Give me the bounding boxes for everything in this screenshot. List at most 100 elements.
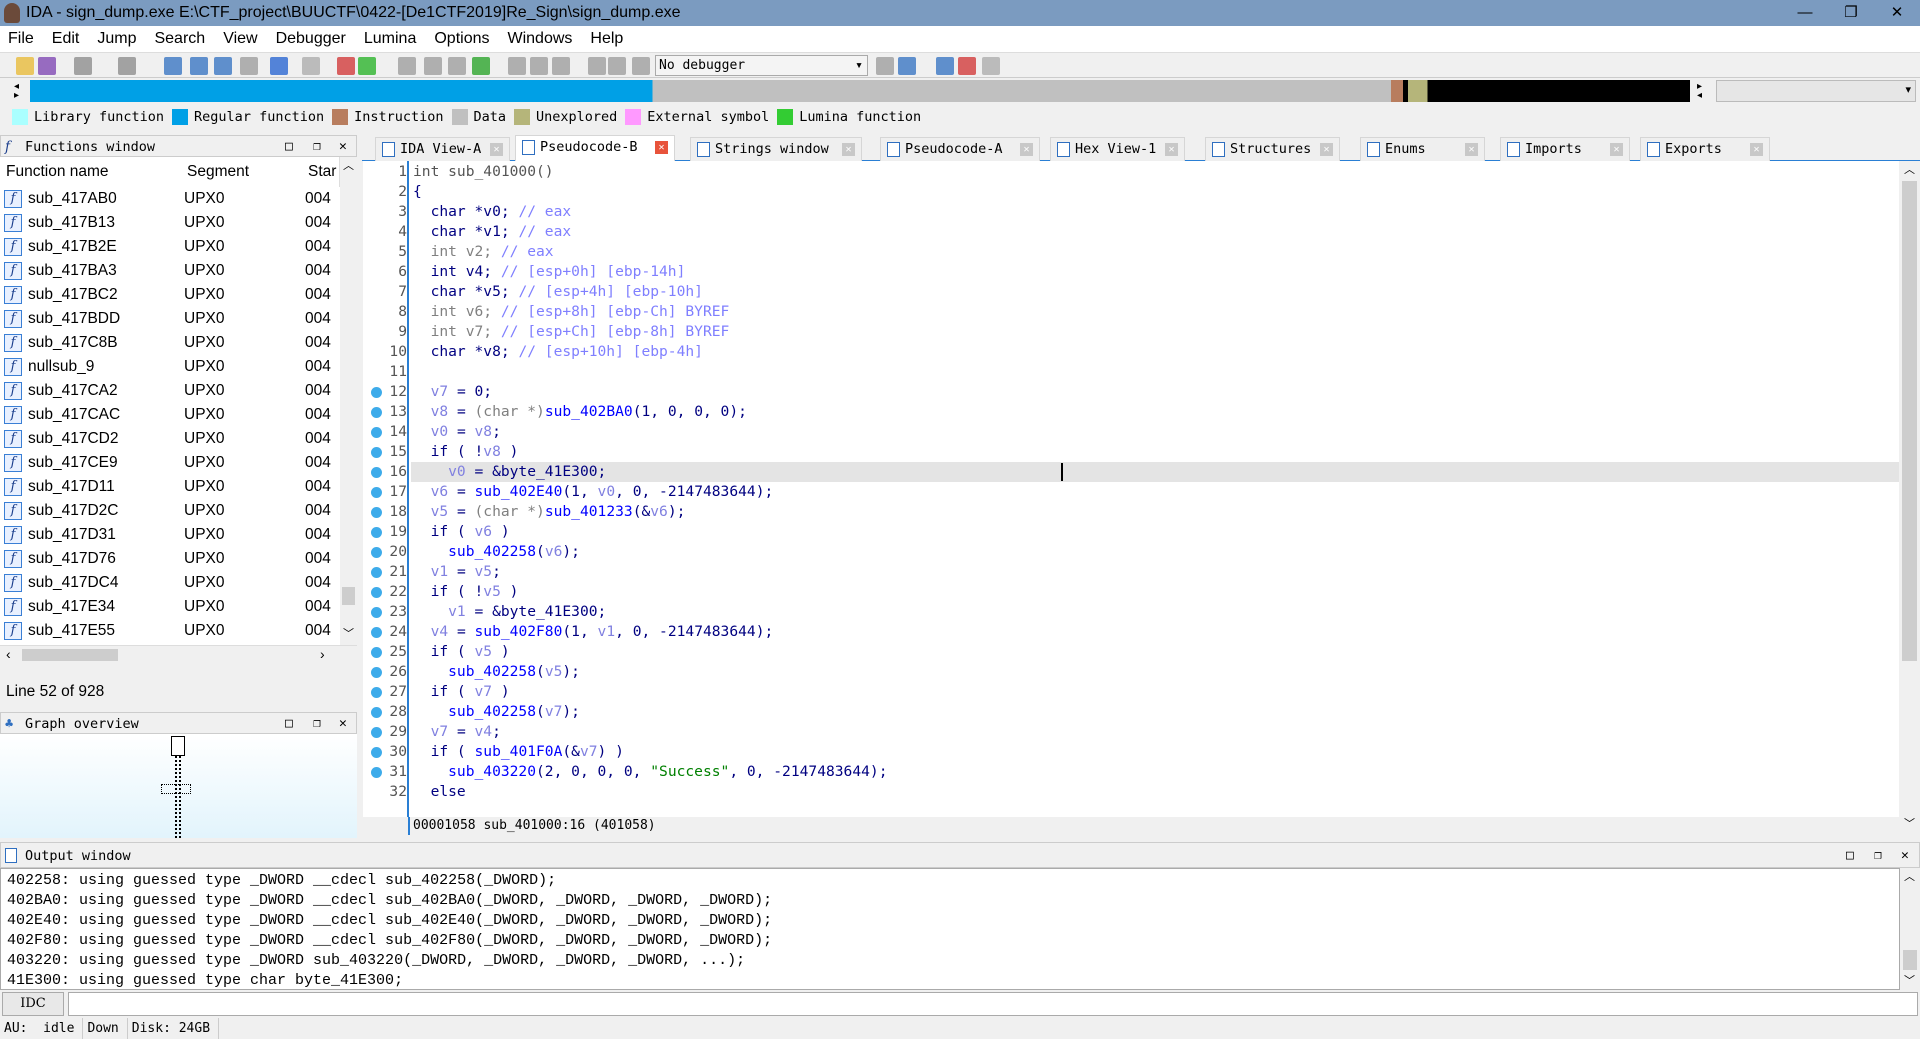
pseudocode-vertical-scrollbar[interactable]: ︿ ﹀ <box>1899 161 1920 835</box>
code-line[interactable]: 21 v1 = v5; <box>363 562 1900 582</box>
code-line[interactable]: 28 sub_402258(v7); <box>363 702 1900 722</box>
tab-close-icon[interactable]: ✕ <box>1320 143 1333 156</box>
code-line[interactable]: 19 if ( v6 ) <box>363 522 1900 542</box>
function-row[interactable]: f sub_417AB0 UPX0 004 <box>0 187 340 211</box>
function-row[interactable]: f sub_417CAC UPX0 004 <box>0 403 340 427</box>
tab-structures[interactable]: Structures ✕ <box>1205 137 1340 161</box>
close-icon[interactable]: ✕ <box>339 713 347 735</box>
back-icon[interactable] <box>74 57 92 75</box>
run-analysis-icon[interactable] <box>358 57 376 75</box>
tab-enums[interactable]: Enums ✕ <box>1360 137 1485 161</box>
function-row[interactable]: f sub_417BA3 UPX0 004 <box>0 259 340 283</box>
close-button[interactable]: ✕ <box>1874 0 1920 26</box>
scroll-up-icon[interactable]: ︿ <box>1904 161 1915 177</box>
tab-exports[interactable]: Exports ✕ <box>1640 137 1770 161</box>
debugger-select[interactable]: No debugger <box>655 55 868 76</box>
function-row[interactable]: f sub_417C8B UPX0 004 <box>0 331 340 355</box>
graph-viewport[interactable] <box>161 784 191 794</box>
add-breakpoint-icon[interactable] <box>958 57 976 75</box>
menu-view[interactable]: View <box>221 30 259 48</box>
open-icon[interactable] <box>16 57 34 75</box>
scrollbar-thumb[interactable] <box>1902 181 1917 661</box>
code-line[interactable]: 14 v0 = v8; <box>363 422 1900 442</box>
navband-select[interactable]: ▾ <box>1716 80 1916 102</box>
menu-windows[interactable]: Windows <box>505 30 574 48</box>
code-line[interactable]: 25 if ( v5 ) <box>363 642 1900 662</box>
navigation-band[interactable] <box>30 80 1690 102</box>
start-debug-icon[interactable] <box>588 57 606 75</box>
tab-close-icon[interactable]: ✕ <box>1610 143 1623 156</box>
scroll-up-icon[interactable]: ︿ <box>1904 868 1915 884</box>
make-strings-icon[interactable] <box>472 57 490 75</box>
tab-close-icon[interactable]: ✕ <box>655 141 668 154</box>
function-row[interactable]: f sub_417CD2 UPX0 004 <box>0 427 340 451</box>
jump-down-icon[interactable] <box>270 57 288 75</box>
tab-hex-view-1[interactable]: Hex View-1 ✕ <box>1050 137 1185 161</box>
function-row[interactable]: f nullsub_9 UPX0 004 <box>0 355 340 379</box>
tab-close-icon[interactable]: ✕ <box>1750 143 1763 156</box>
code-line[interactable]: 31 sub_403220(2, 0, 0, 0, "Success", 0, … <box>363 762 1900 782</box>
pseudocode-icon[interactable] <box>898 57 916 75</box>
code-line[interactable]: 15 if ( !v8 ) <box>363 442 1900 462</box>
menu-debugger[interactable]: Debugger <box>274 30 348 48</box>
restore-button[interactable]: ❐ <box>1828 0 1874 26</box>
menu-edit[interactable]: Edit <box>50 30 82 48</box>
function-row[interactable]: f sub_417B2E UPX0 004 <box>0 235 340 259</box>
column-segment[interactable]: Segment <box>187 163 249 181</box>
tab-imports[interactable]: Imports ✕ <box>1500 137 1630 161</box>
search-text-icon[interactable] <box>190 57 208 75</box>
code-line[interactable]: 26 sub_402258(v5); <box>363 662 1900 682</box>
menu-search[interactable]: Search <box>152 30 207 48</box>
stop-icon[interactable] <box>632 57 650 75</box>
code-line[interactable]: 20 sub_402258(v6); <box>363 542 1900 562</box>
tab-ida-view-a[interactable]: IDA View-A ✕ <box>375 137 510 161</box>
code-line[interactable]: 6 int v4; // [esp+0h] [ebp-14h] <box>363 262 1900 282</box>
code-line[interactable]: 22 if ( !v5 ) <box>363 582 1900 602</box>
nav-left-arrow-icon[interactable]: ◂ ▸ <box>14 82 19 101</box>
tab-pseudocode-a[interactable]: Pseudocode-A ✕ <box>880 137 1040 161</box>
function-row[interactable]: f sub_417CE9 UPX0 004 <box>0 451 340 475</box>
tab-close-icon[interactable]: ✕ <box>490 143 503 156</box>
code-line[interactable]: 9 int v7; // [esp+Ch] [ebp-8h] BYREF <box>363 322 1900 342</box>
code-line[interactable]: 13 v8 = (char *)sub_402BA0(1, 0, 0, 0); <box>363 402 1900 422</box>
maximize-icon[interactable]: □ <box>1846 843 1854 869</box>
scroll-down-icon[interactable]: ﹀ <box>1904 972 1915 988</box>
tab-pseudocode-b[interactable]: Pseudocode-B ✕ <box>515 135 675 161</box>
code-line[interactable]: 8 int v6; // [esp+8h] [ebp-Ch] BYREF <box>363 302 1900 322</box>
code-line[interactable]: 29 v7 = v4; <box>363 722 1900 742</box>
make-code-icon[interactable] <box>398 57 416 75</box>
menu-lumina[interactable]: Lumina <box>362 30 418 48</box>
forward-icon[interactable] <box>118 57 136 75</box>
scroll-down-icon[interactable]: ﹀ <box>1904 815 1915 831</box>
close-icon[interactable]: ✕ <box>1901 843 1909 869</box>
function-row[interactable]: f sub_417DC4 UPX0 004 <box>0 571 340 595</box>
idc-command-input[interactable] <box>68 992 1918 1016</box>
code-line[interactable]: 27 if ( v7 ) <box>363 682 1900 702</box>
function-row[interactable]: f sub_417D31 UPX0 004 <box>0 523 340 547</box>
output-vertical-scrollbar[interactable]: ︿ ﹀ <box>1900 868 1920 990</box>
close-icon[interactable]: ✕ <box>339 136 347 158</box>
output-log[interactable]: 402258: using guessed type _DWORD __cdec… <box>0 868 1900 990</box>
scroll-down-icon[interactable]: ﹀ <box>343 625 354 641</box>
function-row[interactable]: f sub_417B13 UPX0 004 <box>0 211 340 235</box>
patch-icon[interactable] <box>302 57 320 75</box>
code-line[interactable]: 10 char *v8; // [esp+10h] [ebp-4h] <box>363 342 1900 362</box>
scrollbar-thumb[interactable] <box>1903 950 1917 970</box>
search-binary-icon[interactable] <box>164 57 182 75</box>
code-line[interactable]: 12 v7 = 0; <box>363 382 1900 402</box>
scrollbar-thumb[interactable] <box>342 587 355 605</box>
scroll-right-icon[interactable]: › <box>320 646 325 662</box>
tab-strings-window[interactable]: Strings window ✕ <box>690 137 862 161</box>
breakpoint-list-icon[interactable] <box>936 57 954 75</box>
code-line[interactable]: 4 char *v1; // eax <box>363 222 1900 242</box>
remove-breakpoint-icon[interactable] <box>982 57 1000 75</box>
make-ascii-icon[interactable] <box>448 57 466 75</box>
rename-icon[interactable] <box>530 57 548 75</box>
tab-close-icon[interactable]: ✕ <box>1020 143 1033 156</box>
function-row[interactable]: f sub_417D76 UPX0 004 <box>0 547 340 571</box>
graph-overview-canvas[interactable] <box>0 734 357 838</box>
float-icon[interactable]: ❐ <box>313 136 321 158</box>
code-line[interactable]: 1 int sub_401000() <box>363 162 1900 182</box>
code-line[interactable]: 18 v5 = (char *)sub_401233(&v6); <box>363 502 1900 522</box>
scrollbar-thumb[interactable] <box>22 649 118 661</box>
